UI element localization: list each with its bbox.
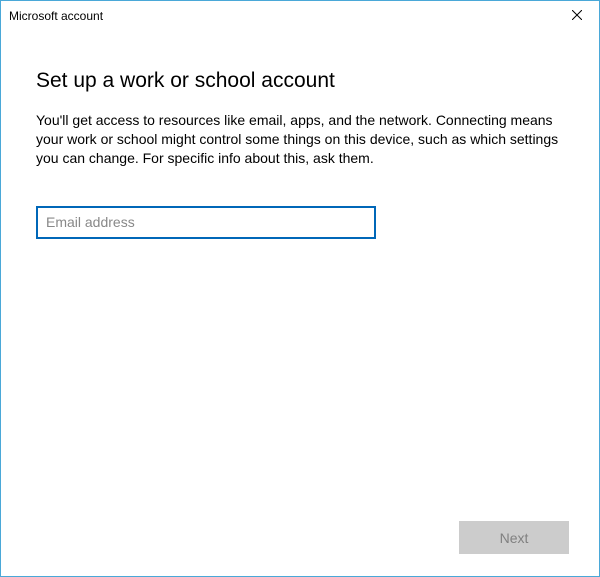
close-icon bbox=[572, 7, 582, 25]
next-button[interactable]: Next bbox=[459, 521, 569, 554]
titlebar: Microsoft account bbox=[1, 1, 599, 31]
window-title: Microsoft account bbox=[9, 9, 103, 23]
close-button[interactable] bbox=[554, 1, 599, 31]
content-area: Set up a work or school account You'll g… bbox=[1, 31, 599, 239]
email-field[interactable] bbox=[36, 206, 376, 239]
page-heading: Set up a work or school account bbox=[36, 69, 564, 93]
page-description: You'll get access to resources like emai… bbox=[36, 111, 564, 168]
